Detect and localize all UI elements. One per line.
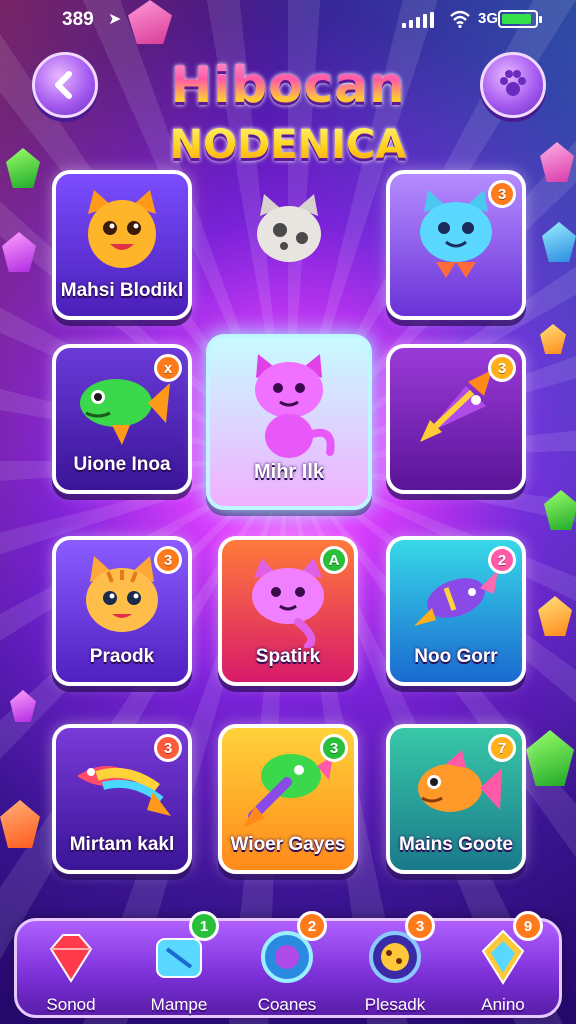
card-label: Wioer Gayes bbox=[230, 834, 346, 855]
card-badge: 3 bbox=[488, 354, 516, 382]
nav-label: Plesadk bbox=[364, 995, 426, 1014]
battery-level bbox=[502, 14, 531, 24]
cell-signal-icon bbox=[402, 12, 434, 28]
card-label: Noo Gorr bbox=[414, 646, 498, 667]
nav-label: Sonod bbox=[46, 995, 96, 1014]
card-badge: A bbox=[320, 546, 348, 574]
nav-item-sonod[interactable]: Sonod bbox=[17, 921, 125, 1021]
card-badge: 3 bbox=[154, 546, 182, 574]
battery-tip bbox=[539, 16, 542, 23]
creature-card[interactable]: Praodk 3 bbox=[52, 536, 192, 686]
creature-card[interactable]: 3 bbox=[386, 170, 526, 320]
purple-gem-decoration bbox=[10, 690, 36, 722]
game-subtitle: NODENICA bbox=[0, 122, 576, 168]
orange-gem-decoration bbox=[540, 324, 566, 354]
card-badge: x bbox=[154, 354, 182, 382]
nav-label: Coanes bbox=[257, 995, 317, 1014]
battery-icon bbox=[498, 10, 538, 28]
nav-item-plesadk[interactable]: 3 Plesadk bbox=[341, 911, 449, 1021]
nav-badge: 3 bbox=[405, 911, 435, 941]
card-badge: 3 bbox=[154, 734, 182, 762]
creature-card[interactable]: Wioer Gayes 3 bbox=[218, 724, 358, 874]
network-type: 3G bbox=[478, 10, 499, 27]
card-badge: 3 bbox=[488, 180, 516, 208]
status-time: 389 bbox=[62, 9, 94, 30]
game-title: Hibocan bbox=[0, 56, 576, 114]
card-badge: 3 bbox=[320, 734, 348, 762]
creature-card[interactable]: 3 bbox=[386, 344, 526, 494]
orange-gem-decoration bbox=[538, 596, 572, 636]
card-badge: 7 bbox=[488, 734, 516, 762]
card-label: Mirtam kakl bbox=[69, 834, 175, 855]
gray-cat-art[interactable] bbox=[250, 190, 328, 268]
bottom-nav: Sonod 1 Mampe 2 Coanes 3 Plesadk 9 Anino bbox=[14, 911, 562, 1021]
location-arrow-icon: ➤ bbox=[108, 9, 122, 28]
creature-card[interactable]: Mains Goote 7 bbox=[386, 724, 526, 874]
creature-card[interactable]: Noo Gorr 2 bbox=[386, 536, 526, 686]
status-bar: 389 ➤ 3G bbox=[0, 6, 576, 32]
orange-gem-decoration bbox=[0, 800, 40, 848]
creature-card[interactable]: Uione Inoa x bbox=[52, 344, 192, 494]
purple-gem-decoration bbox=[2, 232, 36, 272]
card-label: Uione Inoa bbox=[73, 454, 171, 475]
creature-card[interactable]: Mahsi Blodikl bbox=[52, 170, 192, 320]
card-label: Mains Goote bbox=[398, 834, 513, 855]
nav-badge: 2 bbox=[297, 911, 327, 941]
card-label: Mihr Ilk bbox=[253, 461, 324, 483]
card-label: Spatirk bbox=[255, 646, 321, 667]
creature-card-selected[interactable]: Mihr Ilk bbox=[206, 334, 372, 510]
blue-gem-decoration bbox=[542, 222, 576, 262]
nav-item-coanes[interactable]: 2 Coanes bbox=[233, 911, 341, 1021]
pink-cat-art bbox=[210, 346, 368, 466]
nav-label: Mampe bbox=[150, 995, 208, 1014]
card-label: Mahsi Blodikl bbox=[60, 280, 184, 301]
orange-cat-art bbox=[56, 182, 188, 282]
wifi-icon bbox=[450, 10, 470, 28]
red-gem-icon bbox=[49, 934, 93, 983]
nav-badge: 9 bbox=[513, 911, 543, 941]
card-badge: 2 bbox=[488, 546, 516, 574]
nav-label: Anino bbox=[481, 995, 525, 1014]
creature-card[interactable]: Spatirk A bbox=[218, 536, 358, 686]
card-label: Praodk bbox=[89, 646, 155, 667]
nav-item-anino[interactable]: 9 Anino bbox=[449, 911, 557, 1021]
green-gem-decoration bbox=[526, 730, 574, 786]
green-gem-decoration bbox=[544, 490, 576, 530]
nav-badge: 1 bbox=[189, 911, 219, 941]
nav-item-mampe[interactable]: 1 Mampe bbox=[125, 911, 233, 1021]
creature-card[interactable]: Mirtam kakl 3 bbox=[52, 724, 192, 874]
